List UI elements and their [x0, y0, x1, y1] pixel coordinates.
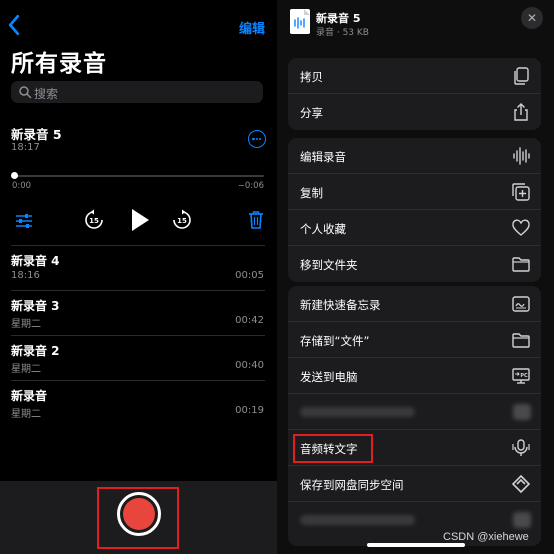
record-button[interactable] — [117, 492, 161, 536]
quick-note-icon — [512, 296, 530, 312]
action-group: 拷贝 分享 — [288, 58, 541, 130]
recording-name: 新录音 4 — [11, 254, 60, 268]
remaining-time: −0:06 — [237, 181, 264, 191]
recording-name: 新录音 — [11, 389, 48, 403]
recording-duration: 00:42 — [235, 315, 264, 326]
file-name: 新录音 5 — [316, 12, 361, 25]
skip-back-15-icon[interactable]: 15 — [83, 209, 105, 231]
chevron-left-icon[interactable] — [6, 15, 22, 35]
close-icon[interactable]: ✕ — [521, 7, 543, 29]
file-meta: 录音 · 53 KB — [316, 28, 369, 38]
share-icon — [514, 103, 528, 121]
share-sheet: 新录音 5 录音 · 53 KB ✕ 拷贝 分享 编辑录音 复制 个人收藏 移到… — [277, 0, 554, 554]
recording-duration: 00:19 — [235, 405, 264, 416]
sliders-icon[interactable] — [15, 212, 33, 230]
home-indicator — [367, 543, 465, 547]
svg-text:15: 15 — [177, 217, 187, 225]
recording-duration: 00:40 — [235, 360, 264, 371]
blurred-icon — [513, 404, 531, 420]
elapsed-time: 0:00 — [12, 181, 32, 191]
action-duplicate[interactable]: 复制 — [288, 174, 541, 210]
record-toolbar — [0, 481, 277, 554]
record-icon — [123, 498, 155, 530]
waveform-icon — [513, 147, 530, 165]
page-title: 所有录音 — [11, 51, 107, 77]
recording-date: 星期二 — [11, 409, 41, 420]
action-save-to-cloud[interactable]: 保存到网盘同步空间 — [288, 466, 541, 502]
folder-icon — [512, 257, 530, 272]
action-favorite[interactable]: 个人收藏 — [288, 210, 541, 246]
action-edit-recording[interactable]: 编辑录音 — [288, 138, 541, 174]
action-label: 个人收藏 — [300, 222, 346, 236]
playback-controls: 15 15 — [11, 208, 266, 234]
send-to-pc-icon: PC — [512, 368, 530, 384]
recording-date: 星期二 — [11, 319, 41, 330]
svg-text:15: 15 — [89, 217, 99, 225]
more-options-icon[interactable] — [248, 130, 266, 148]
blurred-icon — [513, 512, 531, 528]
recording-date: 星期二 — [11, 364, 41, 375]
action-move-to-folder[interactable]: 移到文件夹 — [288, 246, 541, 282]
recording-date: 18:16 — [11, 270, 40, 281]
copy-icon — [514, 67, 529, 85]
edit-button[interactable]: 编辑 — [239, 18, 265, 37]
recording-row[interactable]: 新录音 4 18:16 00:05 — [11, 245, 265, 289]
recording-name: 新录音 2 — [11, 344, 60, 358]
playback-scrubber[interactable] — [11, 175, 264, 177]
action-audio-to-text[interactable]: 音频转文字 — [288, 430, 541, 466]
action-copy[interactable]: 拷贝 — [288, 58, 541, 94]
action-share[interactable]: 分享 — [288, 94, 541, 130]
action-quick-note[interactable]: 新建快速备忘录 — [288, 286, 541, 322]
cloud-sync-icon — [511, 474, 531, 494]
svg-text:PC: PC — [520, 373, 528, 379]
folder-icon — [512, 333, 530, 348]
action-label: 拷贝 — [300, 70, 323, 84]
search-icon — [19, 86, 32, 99]
play-icon[interactable] — [130, 208, 150, 232]
action-label: 编辑录音 — [300, 150, 346, 164]
recording-duration: 00:05 — [235, 270, 264, 281]
duplicate-icon — [512, 183, 530, 201]
action-label: 存储到“文件” — [300, 334, 370, 348]
recording-name: 新录音 3 — [11, 299, 60, 313]
action-label: 分享 — [300, 106, 323, 120]
action-label: 新建快速备忘录 — [300, 298, 381, 312]
recording-name: 新录音 5 — [11, 127, 62, 142]
action-send-to-pc[interactable]: 发送到电脑 PC — [288, 358, 541, 394]
action-group: 编辑录音 复制 个人收藏 移到文件夹 — [288, 138, 541, 282]
action-label: 发送到电脑 — [300, 370, 358, 384]
action-group: 新建快速备忘录 存储到“文件” 发送到电脑 PC 音频转文字 保存到网盘同步空间 — [288, 286, 541, 546]
action-blurred[interactable] — [288, 394, 541, 430]
action-label: 复制 — [300, 186, 323, 200]
skip-forward-15-icon[interactable]: 15 — [171, 209, 193, 231]
blurred-label — [300, 515, 415, 525]
blurred-label — [300, 407, 415, 417]
recording-row[interactable]: 新录音 星期二 00:19 — [11, 380, 265, 424]
expanded-recording[interactable]: 新录音 5 18:17 0:00 −0:06 15 15 — [11, 122, 266, 245]
recording-row[interactable]: 新录音 2 星期二 00:40 — [11, 335, 265, 379]
recording-row[interactable]: 新录音 3 星期二 00:42 — [11, 290, 265, 334]
voice-memos-list-pane: 编辑 所有录音 搜索 新录音 5 18:17 0:00 −0:06 15 15 … — [0, 0, 277, 554]
heart-icon — [512, 219, 530, 236]
action-label: 保存到网盘同步空间 — [300, 478, 404, 492]
watermark: CSDN @xiehewe — [443, 531, 529, 543]
action-label: 移到文件夹 — [300, 258, 358, 272]
recording-date: 18:17 — [11, 142, 40, 153]
audio-file-icon — [290, 9, 310, 34]
search-placeholder: 搜索 — [34, 87, 59, 101]
action-label: 音频转文字 — [300, 442, 358, 456]
microphone-icon — [512, 439, 530, 456]
scrubber-handle[interactable] — [11, 172, 18, 179]
search-input[interactable]: 搜索 — [11, 81, 263, 103]
action-save-to-files[interactable]: 存储到“文件” — [288, 322, 541, 358]
trash-icon[interactable] — [248, 210, 264, 229]
